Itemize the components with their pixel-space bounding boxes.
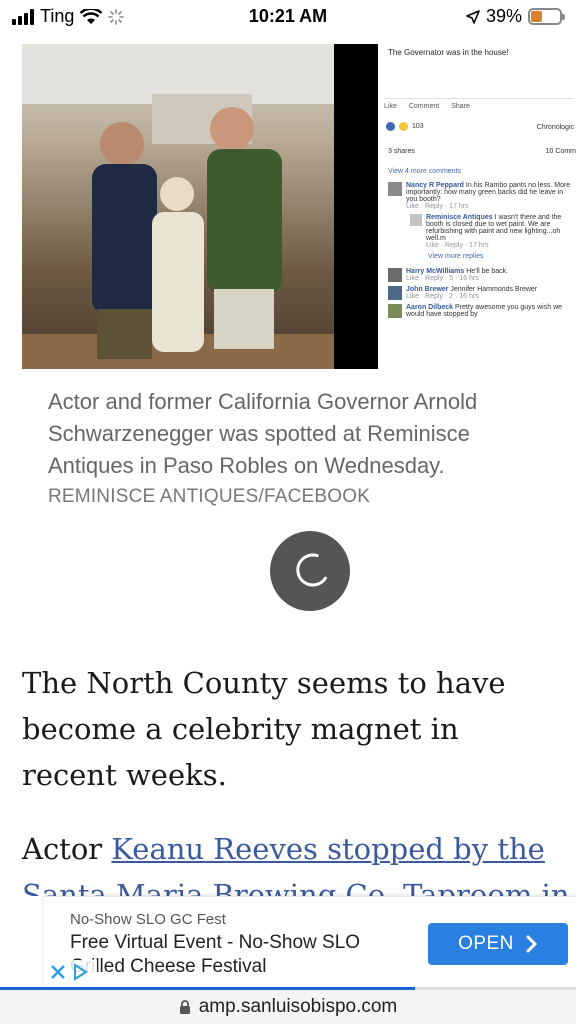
fb-view-more: View 4 more comments xyxy=(388,168,462,175)
fb-comment: Aaron Dilbeck Pretty awesome you guys wi… xyxy=(388,304,572,318)
fb-post-text: The Governator was in the house! xyxy=(388,48,509,57)
address-bar[interactable]: amp.sanluisobispo.com xyxy=(0,990,576,1024)
photo-illustration xyxy=(22,44,334,369)
paragraph-text: Actor xyxy=(22,832,112,866)
fb-like-label: Like xyxy=(384,103,397,110)
ad-open-label: OPEN xyxy=(458,933,514,954)
santa-maria-brewing-link[interactable]: Santa Maria Brewing Co. Taproom in xyxy=(22,878,570,896)
ad-open-button[interactable]: OPEN xyxy=(428,923,568,965)
fb-comment-label: Comment xyxy=(408,103,440,110)
fb-avatar xyxy=(388,286,402,300)
article-photo[interactable]: The Governator was in the house! Like Co… xyxy=(22,44,576,369)
fb-comment-reply: Reminisce Antiques I wasn't there and th… xyxy=(410,214,572,249)
fb-shares: 3 shares xyxy=(388,148,415,155)
status-bar: Ting 10:21 AM 39% xyxy=(0,0,576,34)
facebook-post-screenshot: The Governator was in the house! Like Co… xyxy=(378,44,576,369)
fb-action-row: Like Comment Share xyxy=(384,98,574,110)
photo-divider xyxy=(334,44,378,369)
fb-reaction-row: 103 xyxy=(386,122,424,131)
ad-title[interactable]: Free Virtual Event - No-Show SLO Grilled… xyxy=(70,931,420,979)
article-paragraph: The North County seems to have become a … xyxy=(22,666,506,792)
fb-comment-list: Nancy R Peppard In his Rambo pants no le… xyxy=(388,182,572,318)
photo-caption: Actor and former California Governor Arn… xyxy=(48,389,478,478)
article-paragraph-partial: Santa Maria Brewing Co. Taproom in xyxy=(22,872,576,896)
adchoices-icon[interactable] xyxy=(71,963,89,981)
status-right: 39% xyxy=(466,6,565,27)
article-paragraph: Actor Keanu Reeves stopped by the xyxy=(22,826,562,872)
fb-share-label: Share xyxy=(451,103,470,110)
location-arrow-icon xyxy=(466,9,480,24)
battery-fill xyxy=(531,11,542,22)
ad-banner[interactable]: No-Show SLO GC Fest Free Virtual Event -… xyxy=(44,896,576,988)
ad-choices[interactable] xyxy=(45,960,97,984)
lock-icon xyxy=(179,1000,190,1014)
keanu-reeves-link[interactable]: Keanu Reeves stopped by the xyxy=(111,832,544,866)
fb-comment: Harry McWilliams He'll be back. Like · Re… xyxy=(388,268,572,282)
fb-avatar xyxy=(388,304,402,318)
fb-avatar xyxy=(388,182,402,196)
fb-avatar xyxy=(410,214,422,226)
ad-source: No-Show SLO GC Fest xyxy=(70,911,226,928)
loading-spinner xyxy=(270,531,350,611)
url-text[interactable]: amp.sanluisobispo.com xyxy=(199,996,398,1018)
fb-haha-reaction-icon xyxy=(399,122,408,131)
battery-icon xyxy=(528,8,565,25)
fb-comments-count: 10 Comm xyxy=(545,148,576,155)
battery-percent: 39% xyxy=(485,6,522,26)
fb-sort: Chronologic xyxy=(536,124,574,131)
close-icon[interactable] xyxy=(49,963,67,981)
fb-comment: Nancy R Peppard In his Rambo pants no le… xyxy=(388,182,572,210)
loading-arc-icon xyxy=(296,553,327,587)
photo-credit: REMINISCE ANTIQUES/FACEBOOK xyxy=(48,486,371,507)
fb-like-reaction-icon xyxy=(386,122,395,131)
fb-view-more-replies: View more replies xyxy=(428,253,484,260)
fb-reaction-count: 103 xyxy=(412,123,424,130)
fb-avatar xyxy=(388,268,402,282)
fb-comment: John Brewer Jennifer Hammonds Brewer Like… xyxy=(388,286,572,300)
celebrity-photo xyxy=(22,44,334,369)
chevron-right-icon xyxy=(526,935,538,953)
